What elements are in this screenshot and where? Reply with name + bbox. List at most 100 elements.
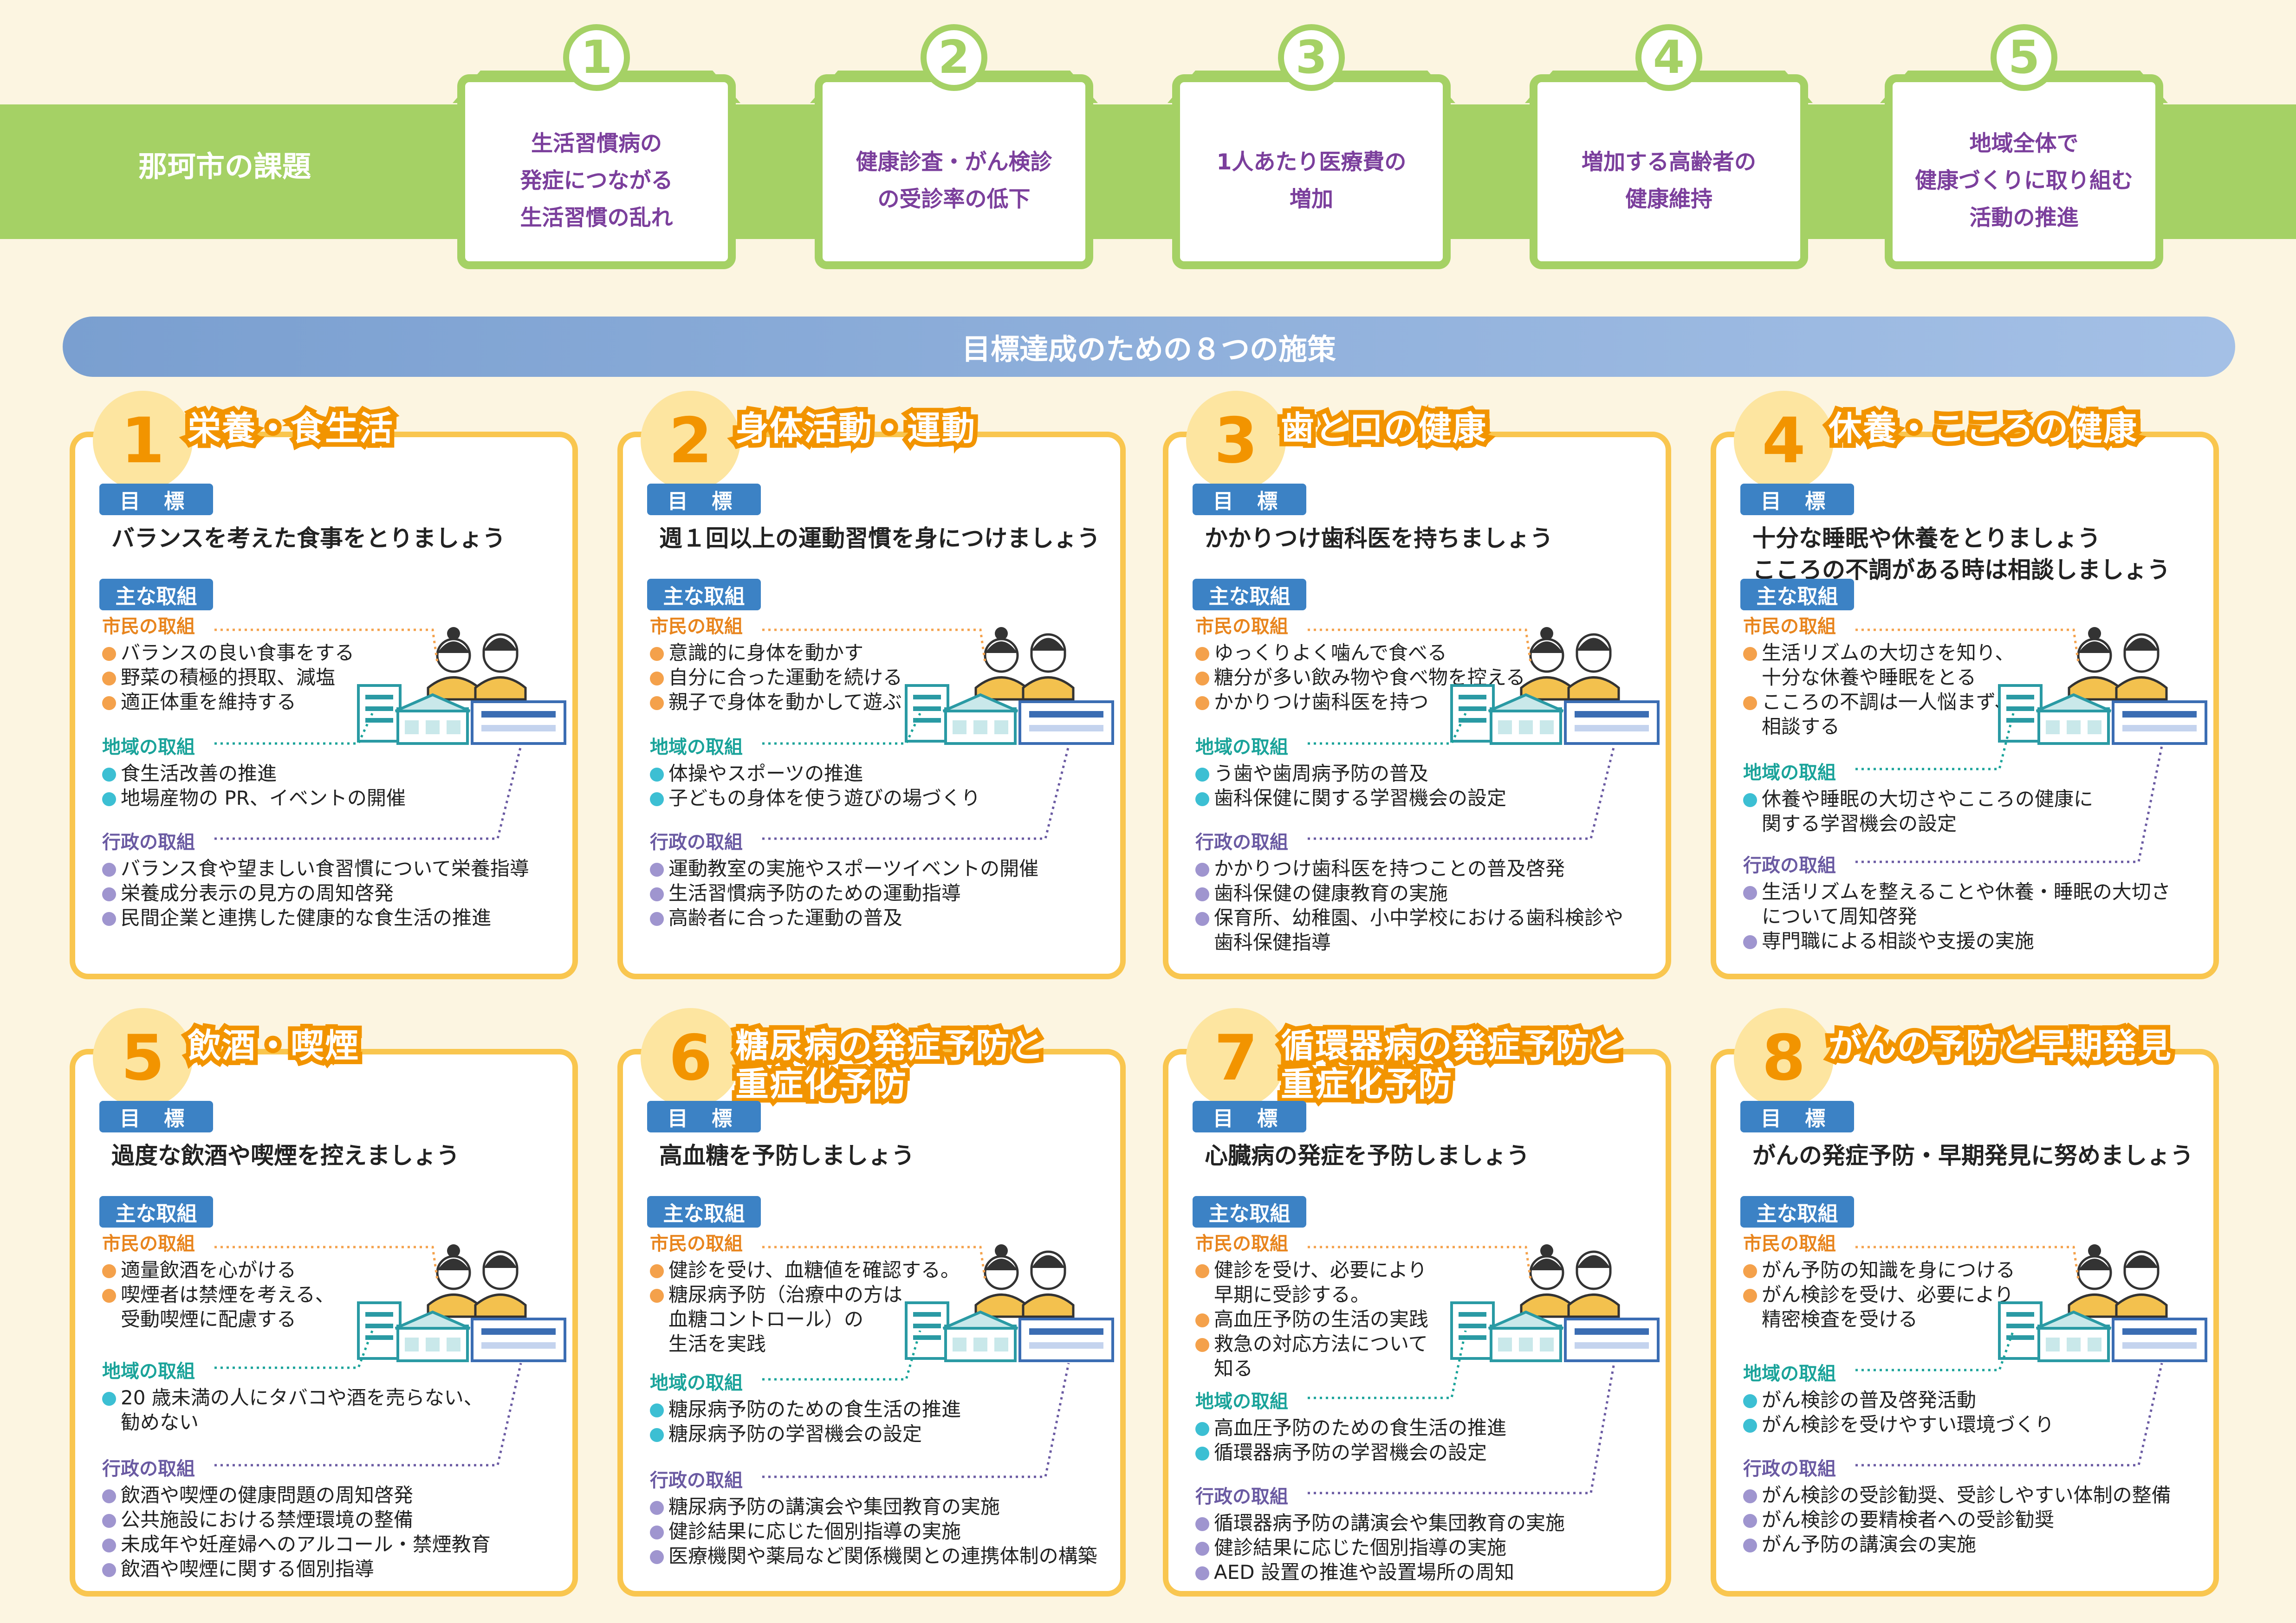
goal-text: バランスを考えた食事をとりましょう (111, 525, 506, 552)
goal-text: 週１回以上の運動習慣を身につけましょう (659, 525, 1100, 552)
person-woman-icon (2068, 627, 2121, 701)
region-heading: 地域の取組 (1743, 762, 1836, 783)
person-man-icon (1567, 1250, 1620, 1318)
measure-title: 休養・こころの健康 (1824, 405, 2141, 453)
measure-card-4: 4 休養・こころの健康目 標十分な睡眠や休養をとりましょう こころの不調がある時は… (1711, 391, 2219, 979)
admin-actions: 行政の取組 運動教室の実施やスポーツイベントの開催 生活習慣病予防のための運動指導高… (650, 827, 1119, 931)
goal-text: かかりつけ歯科医を持ちましょう (1205, 525, 1553, 552)
goal-tag: 目 標 (1193, 484, 1306, 515)
admin-actions: 行政の取組 かかりつけ歯科医を持つことの普及啓発 歯科保健の健康教育の実施 保育所、幼… (1195, 827, 1664, 955)
issue-box-4: 増加する高齢者の 健康維持 4 (1525, 24, 1813, 269)
goal-tag: 目 標 (1193, 1101, 1306, 1132)
measure-title: がんの予防と早期発見 (1824, 1022, 2176, 1070)
region-actions: 地域の取組 高血圧予防のための食生活の推進 循環器病予防の学習機会の設定 (1195, 1386, 1664, 1465)
measure-number: 1 (93, 391, 193, 491)
region-heading: 地域の取組 (1195, 1391, 1288, 1412)
goal-tag: 目 標 (1740, 484, 1854, 515)
issue-text: 1人あたり医療費の 増加 (1216, 149, 1407, 212)
region-item: 地場産物の PR、イベントの開催 (102, 786, 571, 811)
goal-tag: 目 標 (99, 1101, 213, 1132)
region-item: 体操やスポーツの推進 (650, 762, 1119, 786)
region-item: 糖尿病予防の学習機会の設定 (650, 1422, 1119, 1447)
goal-text: 過度な飲酒や喫煙を控えましょう (111, 1142, 460, 1169)
person-man-icon (474, 633, 527, 701)
measure-number: 7 (1186, 1008, 1286, 1108)
admin-item: 飲酒や喫煙に関する個別指導 (102, 1557, 571, 1582)
region-item: 20 歳未満の人にタバコや酒を売らない、 勧めない (102, 1386, 571, 1435)
admin-item: 生活リズムを整えることや休養・睡眠の大切さ について周知啓発 (1743, 880, 2212, 929)
person-woman-icon (1520, 627, 1574, 701)
admin-item: かかりつけ歯科医を持つことの普及啓発 (1195, 857, 1664, 881)
admin-item: 循環器病予防の講演会や集団教育の実施 (1195, 1511, 1664, 1536)
community-illustration (357, 1244, 566, 1362)
goal-text: 心臓病の発症を予防しましょう (1205, 1142, 1530, 1169)
issue-frame: 1人あたり医療費の 増加 (1172, 74, 1451, 269)
admin-item: 公共施設における禁煙環境の整備 (102, 1508, 571, 1532)
admin-actions: 行政の取組糖尿病予防の講演会や集団教育の実施 健診結果に応じた個別指導の実施 医療機… (650, 1465, 1119, 1569)
goal-tag: 目 標 (647, 1101, 761, 1132)
issue-number: 2 (921, 24, 987, 91)
issue-box-1: 生活習慣病の 発症につながる 生活習慣の乱れ 1 (453, 24, 740, 269)
measure-card-6: 6 糖尿病の発症予防と 重症化予防目 標高血糖を予防しましょう 主な取組 市民の取組健… (617, 1008, 1126, 1597)
admin-heading: 行政の取組 (650, 832, 743, 853)
main-actions-tag: 主な取組 (647, 579, 761, 610)
region-item: 食生活改善の推進 (102, 762, 571, 786)
admin-item: 健診結果に応じた個別指導の実施 (1195, 1536, 1664, 1560)
measure-title: 循環器病の発症予防と 重症化予防 (1276, 1022, 1628, 1108)
goal-tag: 目 標 (99, 484, 213, 515)
issues-title: 那珂市の課題 (138, 149, 311, 183)
admin-item: 専門職による相談や支援の実施 (1743, 929, 2212, 954)
admin-item: がん検診の受診勧奨、受診しやすい体制の整備 (1743, 1483, 2212, 1508)
admin-actions: 行政の取組 バランス食や望ましい食習慣について栄養指導 栄養成分表示の見方の周知啓発… (102, 827, 571, 931)
person-woman-icon (2068, 1244, 2121, 1318)
person-woman-icon (1520, 1244, 1574, 1318)
main-actions-tag: 主な取組 (99, 579, 213, 610)
admin-actions: 行政の取組 がん検診の受診勧奨、受診しやすい体制の整備 がん検診の要精検者への受診勧… (1743, 1454, 2212, 1557)
admin-item: AED 設置の推進や設置場所の周知 (1195, 1560, 1664, 1585)
issue-text: 生活習慣病の 発症につながる 生活習慣の乱れ (520, 131, 673, 231)
issue-frame: 健康診査・がん検診 の受診率の低下 (815, 74, 1093, 269)
issue-text: 増加する高齢者の 健康維持 (1582, 149, 1756, 212)
admin-item: 高齢者に合った運動の普及 (650, 906, 1119, 931)
measure-title: 飲酒・喫煙 (183, 1022, 363, 1070)
person-woman-icon (974, 1244, 1028, 1318)
region-item: がん検診の普及啓発活動 (1743, 1388, 2212, 1413)
admin-item: 生活習慣病予防のための運動指導 (650, 881, 1119, 906)
region-heading: 地域の取組 (650, 1372, 743, 1394)
goal-text: がんの発症予防・早期発見に努めましょう (1752, 1142, 2193, 1169)
main-actions-tag: 主な取組 (1193, 579, 1306, 610)
admin-item: バランス食や望ましい食習慣について栄養指導 (102, 857, 571, 881)
issue-box-2: 健康診査・がん検診 の受診率の低下 2 (810, 24, 1098, 269)
issue-box-3: 1人あたり医療費の 増加 3 (1167, 24, 1455, 269)
region-actions: 地域の取組 休養や睡眠の大切さやこころの健康に 関する学習機会の設定 (1743, 757, 2212, 836)
region-item: 循環器病予防の学習機会の設定 (1195, 1441, 1664, 1465)
community-illustration (1998, 1244, 2207, 1362)
main-actions-tag: 主な取組 (1740, 1196, 1854, 1228)
issue-number: 1 (563, 24, 630, 91)
main-actions-tag: 主な取組 (647, 1196, 761, 1228)
admin-item: 医療機関や薬局など関係機関との連携体制の構築 (650, 1544, 1119, 1569)
person-man-icon (474, 1250, 527, 1318)
region-actions: 地域の取組 20 歳未満の人にタバコや酒を売らない、 勧めない (102, 1356, 571, 1435)
issue-frame: 生活習慣病の 発症につながる 生活習慣の乱れ (457, 74, 736, 269)
admin-heading: 行政の取組 (1195, 832, 1288, 853)
measures-heading-bar: 目標達成のための８つの施策 (63, 317, 2235, 377)
measure-title: 栄養・食生活 (183, 405, 397, 453)
admin-heading: 行政の取組 (1743, 855, 1836, 876)
admin-item: 未成年や妊産婦へのアルコール・禁煙教育 (102, 1532, 571, 1557)
goal-text: 高血糖を予防しましょう (659, 1142, 915, 1169)
main-actions-tag: 主な取組 (99, 1196, 213, 1228)
admin-heading: 行政の取組 (650, 1470, 743, 1491)
region-item: う歯や歯周病予防の普及 (1195, 762, 1664, 786)
region-item: 歯科保健に関する学習機会の設定 (1195, 786, 1664, 811)
issue-text: 地域全体で 健康づくりに取り組む 活動の推進 (1915, 131, 2133, 231)
admin-item: がん検診の要精検者への受診勧奨 (1743, 1508, 2212, 1532)
admin-item: 糖尿病予防の講演会や集団教育の実施 (650, 1495, 1119, 1520)
person-man-icon (1022, 1250, 1075, 1318)
person-man-icon (1567, 633, 1620, 701)
region-actions: 地域の取組 糖尿病予防のための食生活の推進 糖尿病予防の学習機会の設定 (650, 1368, 1119, 1447)
measure-title: 糖尿病の発症予防と 重症化予防 (731, 1022, 1048, 1108)
measure-number: 3 (1186, 391, 1286, 491)
admin-item: 健診結果に応じた個別指導の実施 (650, 1520, 1119, 1544)
issue-number: 5 (1991, 24, 2057, 91)
